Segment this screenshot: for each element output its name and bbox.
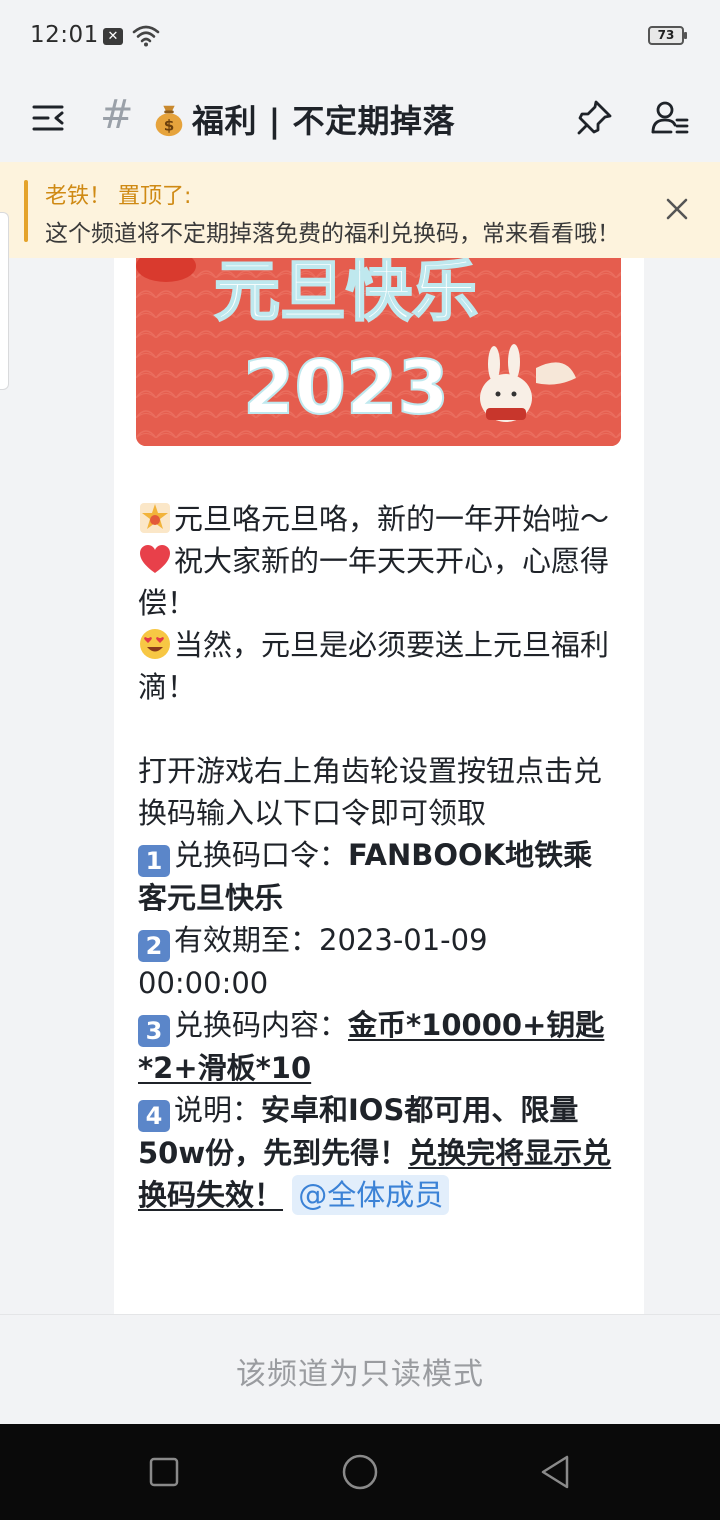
banner-title: 元旦快乐 (214, 258, 478, 330)
channel-header: # $ 福利 | 不定期掉落 (0, 74, 720, 163)
pin-icon[interactable] (570, 94, 618, 142)
number-2-icon: 2 (138, 930, 170, 962)
message-body: 元旦咯元旦咯，新的一年开始啦～ 祝大家新的一年天天开心，心愿得偿！ 当然，元旦是… (138, 498, 616, 1216)
banner-year: 2023 (243, 345, 449, 431)
channel-title: 福利 | 不定期掉落 (192, 102, 455, 140)
item-note-label: 说明： (174, 1093, 262, 1127)
battery-icon: 73 (648, 26, 687, 45)
greeting-line-2: 祝大家新的一年天天开心，心愿得偿！ (138, 540, 616, 624)
pinned-text: 这个频道将不定期掉落免费的福利兑换码，常来看看哦！ (45, 221, 620, 247)
channel-title-group: $ 福利 | 不定期掉落 (150, 96, 455, 142)
item-content: 3 兑换码内容：金币*10000+钥匙*2+滑板*10 (138, 1004, 616, 1089)
back-icon[interactable] (536, 1452, 576, 1492)
members-icon[interactable] (646, 94, 694, 142)
side-drawer-handle[interactable] (0, 212, 9, 390)
heart-eyes-emoji-icon (140, 629, 170, 659)
item-code: 1 兑换码口令：FANBOOK地铁乘客元旦快乐 (138, 834, 616, 919)
greeting-1-text: 元旦咯元旦咯，新的一年开始啦～ (174, 502, 610, 536)
firecracker-emoji-icon (140, 503, 170, 533)
recents-icon[interactable] (144, 1452, 184, 1492)
number-3-icon: 3 (138, 1015, 170, 1047)
battery-level: 73 (657, 28, 675, 42)
money-bag-icon: $ (155, 105, 183, 137)
channel-hash-icon: # (100, 92, 134, 138)
item-note: 4 说明：安卓和IOS都可用、限量50w份，先到先得！兑换完将显示兑换码失效！ @… (138, 1089, 616, 1216)
greeting-line-3: 当然，元旦是必须要送上元旦福利滴！ (138, 624, 616, 708)
greeting-line-1: 元旦咯元旦咯，新的一年开始啦～ (138, 498, 616, 540)
item-content-label: 兑换码内容： (174, 1008, 349, 1042)
greeting-2-text: 祝大家新的一年天天开心，心愿得偿！ (138, 544, 610, 620)
pinned-message-banner[interactable]: 老铁！ 置顶了: 这个频道将不定期掉落免费的福利兑换码，常来看看哦！ (0, 162, 720, 258)
close-icon[interactable] (660, 192, 694, 226)
message-card: 元旦快乐 2023 元旦咯元旦咯，新的一年开始啦～ 祝大家新的一年天天开心，心愿… (114, 258, 644, 1314)
readonly-bar: 该频道为只读模式 (0, 1314, 720, 1425)
item-expiry-label: 有效期至： (174, 923, 320, 957)
item-expiry: 2 有效期至：2023-01-09 00:00:00 (138, 919, 616, 1004)
heart-emoji-icon (140, 545, 170, 573)
mention-all-members[interactable]: @全体成员 (292, 1175, 450, 1215)
pinned-author: 老铁！ 置顶了: (45, 184, 192, 209)
wifi-icon (132, 25, 160, 47)
number-1-icon: 1 (138, 845, 170, 877)
svg-text:$: $ (164, 116, 175, 134)
new-year-banner-image: 元旦快乐 2023 (136, 258, 621, 446)
status-bar: 12:01 ✕ 73 (0, 0, 720, 74)
pinned-accent-bar (24, 180, 28, 242)
notification-icon: ✕ (103, 28, 123, 45)
readonly-notice: 该频道为只读模式 (236, 1357, 484, 1392)
item-code-label: 兑换码口令： (174, 838, 349, 872)
greeting-3-text: 当然，元旦是必须要送上元旦福利滴！ (138, 628, 610, 704)
menu-collapse-icon[interactable] (24, 94, 72, 142)
number-4-icon: 4 (138, 1100, 170, 1132)
system-nav-bar (0, 1424, 720, 1520)
instructions: 打开游戏右上角齿轮设置按钮点击兑换码输入以下口令即可领取 (138, 754, 603, 830)
status-time: 12:01 (30, 22, 99, 48)
home-icon[interactable] (340, 1452, 380, 1492)
